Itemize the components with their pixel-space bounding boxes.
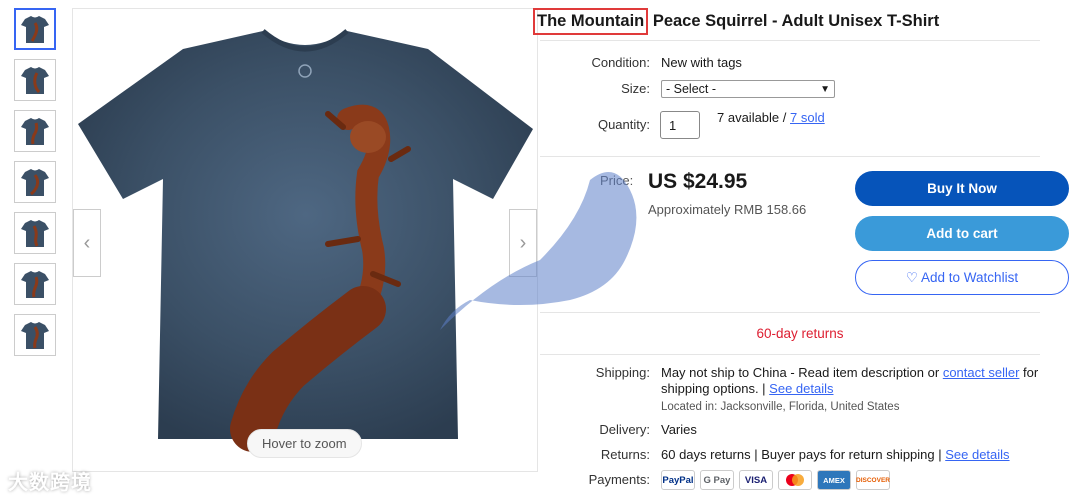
thumbnail-shirt-icon bbox=[19, 115, 51, 147]
quantity-label: Quantity: bbox=[597, 117, 650, 132]
shipping-info: May not ship to China - Read item descri… bbox=[661, 365, 1051, 415]
divider bbox=[540, 312, 1040, 313]
delivery-value: Varies bbox=[661, 422, 697, 437]
add-to-cart-button[interactable]: Add to cart bbox=[855, 216, 1069, 251]
paypal-icon: PayPal bbox=[661, 470, 695, 490]
price-value: US $24.95 bbox=[648, 170, 748, 193]
size-select[interactable]: - Select - ▼ bbox=[661, 80, 835, 98]
condition-label: Condition: bbox=[591, 55, 650, 70]
hover-to-zoom-hint: Hover to zoom bbox=[247, 429, 362, 458]
payments-label: Payments: bbox=[588, 472, 650, 487]
location-value: Jacksonville, Florida, United States bbox=[720, 401, 900, 413]
thumbnail-shirt-icon bbox=[19, 319, 51, 351]
sold-link[interactable]: 7 sold bbox=[790, 110, 825, 125]
mastercard-icon bbox=[778, 470, 812, 490]
returns-value: 60 days returns | Buyer pays for return … bbox=[661, 447, 946, 462]
buy-it-now-button[interactable]: Buy It Now bbox=[855, 171, 1069, 206]
thumbnail-1[interactable] bbox=[14, 8, 56, 50]
thumbnail-6[interactable] bbox=[14, 263, 56, 305]
delivery-label: Delivery: bbox=[599, 422, 650, 437]
title-rest: Peace Squirrel - Adult Unisex T-Shirt bbox=[648, 12, 940, 30]
visa-icon: VISA bbox=[739, 470, 773, 490]
thumbnail-shirt-icon bbox=[19, 166, 51, 198]
location-label: Located in: bbox=[661, 401, 721, 413]
size-label: Size: bbox=[621, 81, 650, 96]
thumbnail-shirt-icon bbox=[19, 64, 51, 96]
thumbnail-2[interactable] bbox=[14, 59, 56, 101]
price-approx: Approximately RMB 158.66 bbox=[648, 202, 807, 217]
shipping-label: Shipping: bbox=[595, 365, 650, 380]
thumbnail-3[interactable] bbox=[14, 110, 56, 152]
size-select-value: - Select - bbox=[666, 82, 717, 96]
contact-seller-link[interactable]: contact seller bbox=[943, 365, 1020, 380]
returns-info: 60 days returns | Buyer pays for return … bbox=[661, 447, 1010, 462]
discover-icon: DISCOVER bbox=[856, 470, 890, 490]
availability: 7 available / 7 sold bbox=[717, 110, 825, 125]
returns-label: Returns: bbox=[600, 447, 650, 462]
seal-watermark-icon bbox=[440, 172, 637, 330]
previous-image-button[interactable]: ‹ bbox=[73, 209, 101, 277]
title-highlight: The Mountain bbox=[533, 8, 649, 35]
thumbnail-5[interactable] bbox=[14, 212, 56, 254]
product-title: The Mountain Peace Squirrel - Adult Unis… bbox=[533, 8, 940, 35]
google-pay-icon: G Pay bbox=[700, 470, 734, 490]
shipping-text: May not ship to China - Read item descri… bbox=[661, 365, 943, 380]
thumbnail-4[interactable] bbox=[14, 161, 56, 203]
divider bbox=[540, 354, 1040, 355]
corner-watermark: 大数跨境 bbox=[8, 472, 92, 494]
condition-value: New with tags bbox=[661, 55, 742, 70]
amex-icon: AMEX bbox=[817, 470, 851, 490]
chevron-down-icon: ▼ bbox=[820, 83, 830, 95]
divider bbox=[540, 40, 1040, 41]
returns-banner: 60-day returns bbox=[756, 326, 844, 341]
thumbnail-shirt-icon bbox=[19, 13, 51, 45]
divider bbox=[540, 156, 1040, 157]
thumbnail-shirt-icon bbox=[19, 217, 51, 249]
available-count: 7 available / bbox=[717, 110, 790, 125]
shipping-see-details-link[interactable]: See details bbox=[769, 381, 833, 396]
thumbnail-shirt-icon bbox=[19, 268, 51, 300]
thumbnail-strip bbox=[14, 8, 58, 365]
thumbnail-7[interactable] bbox=[14, 314, 56, 356]
returns-see-details-link[interactable]: See details bbox=[945, 447, 1009, 462]
quantity-input[interactable]: 1 bbox=[660, 111, 700, 139]
payment-methods: PayPal G Pay VISA AMEX DISCOVER bbox=[661, 470, 890, 490]
add-to-watchlist-button[interactable]: ♡ Add to Watchlist bbox=[855, 260, 1069, 295]
item-location: Located in: Jacksonville, Florida, Unite… bbox=[661, 399, 1051, 415]
